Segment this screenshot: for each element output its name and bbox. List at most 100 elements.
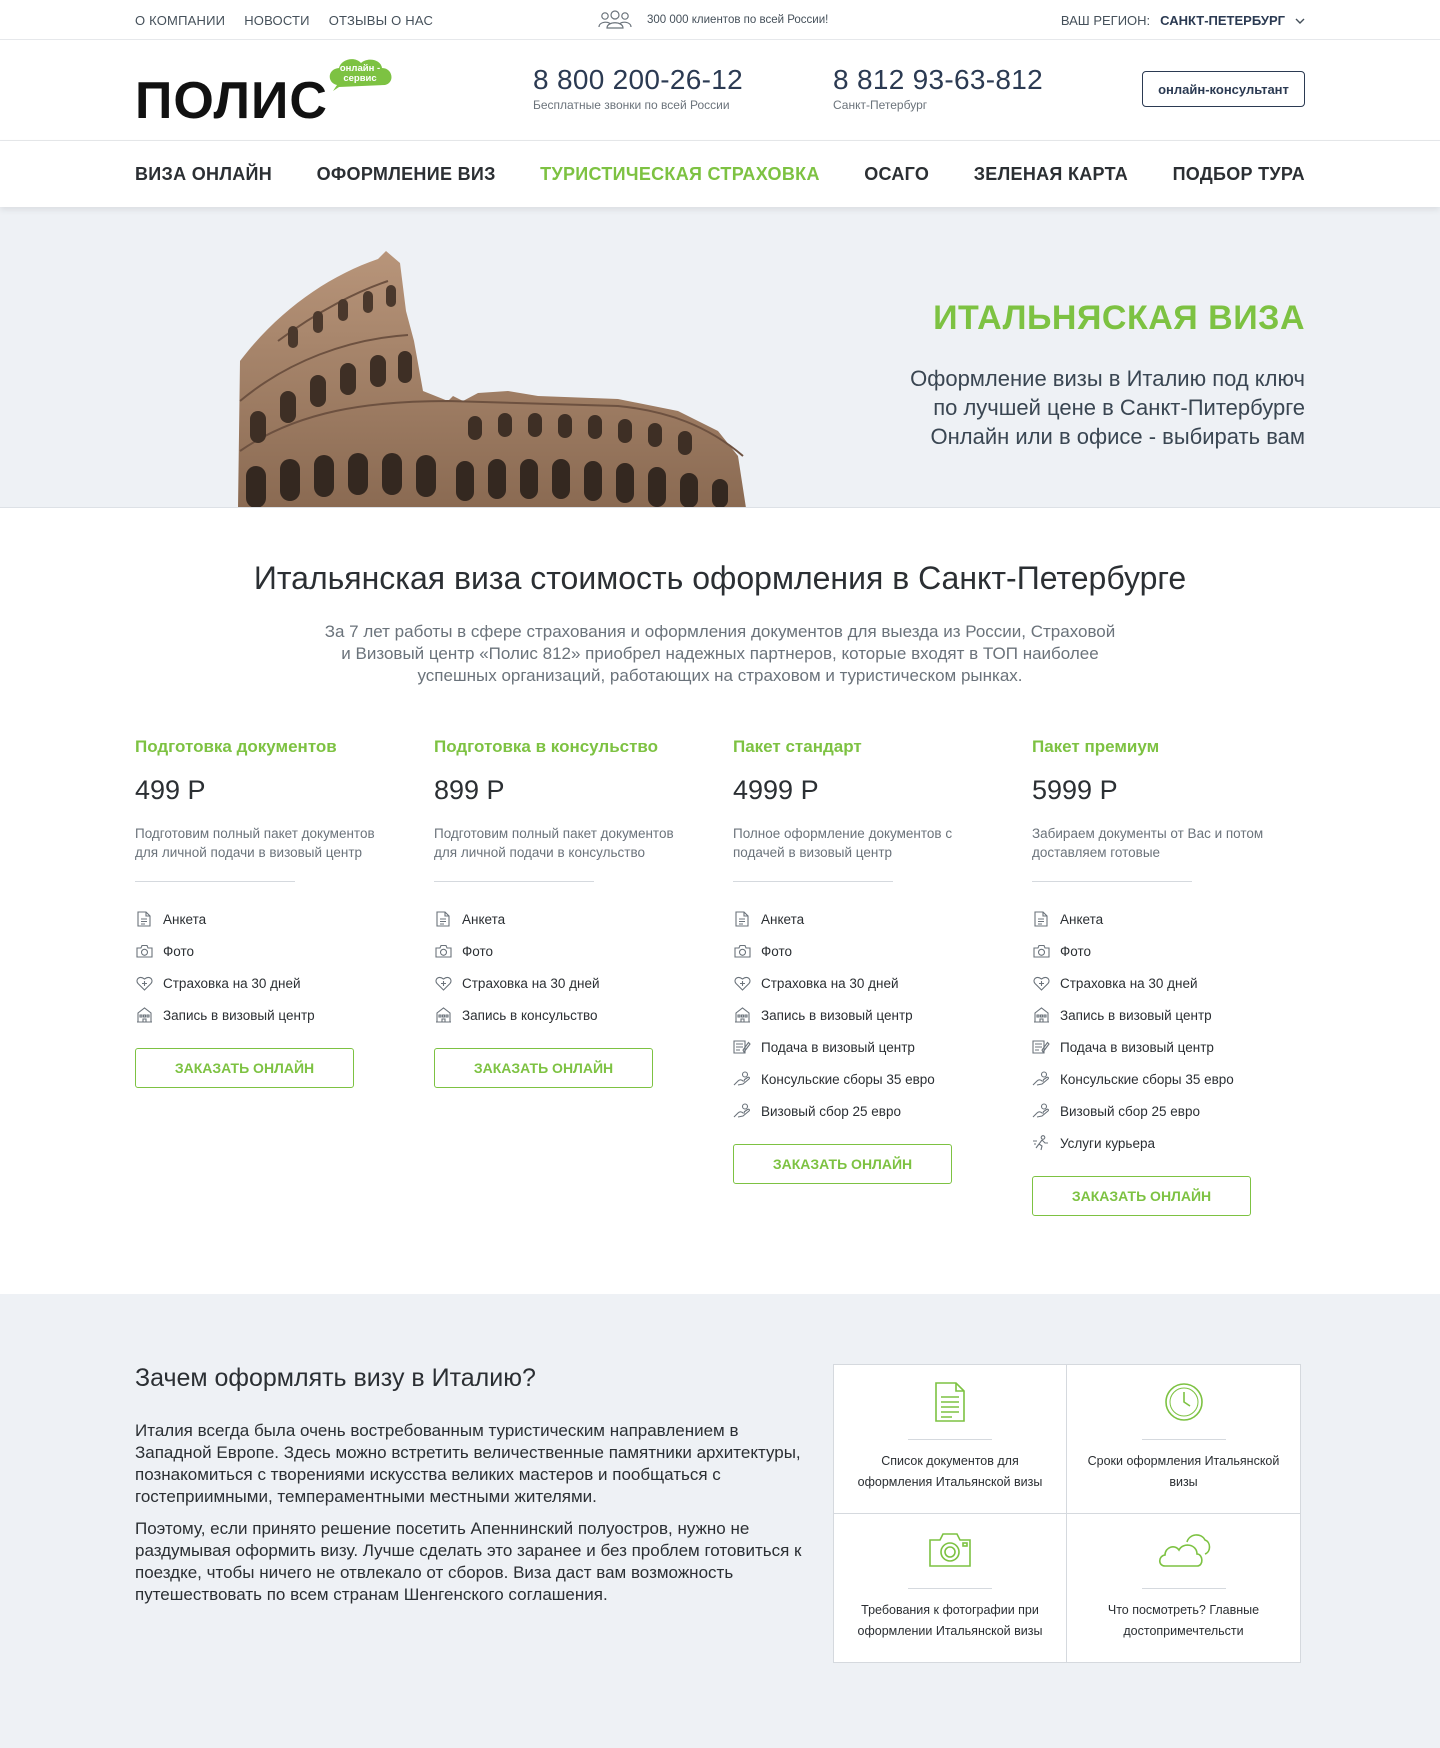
plan-price: 5999 Р <box>1032 775 1118 805</box>
feature-item: Анкета <box>135 903 434 935</box>
feature-label: Запись в визовый центр <box>761 1007 913 1023</box>
feature-item: Подача в визовый центр <box>1032 1031 1331 1063</box>
feature-label: Консульские сборы 35 евро <box>1060 1071 1234 1087</box>
nav-item-osago[interactable]: ОСАГО <box>864 164 929 185</box>
colosseum-image <box>238 251 746 507</box>
tile-divider <box>908 1587 992 1589</box>
plan-name: Подготовка документов <box>135 737 337 756</box>
hero-line: Оформление визы в Италию под ключ <box>910 366 1305 391</box>
chevron-down-icon[interactable] <box>1295 13 1305 28</box>
feature-item: Запись в визовый центр <box>1032 999 1331 1031</box>
courier-icon <box>1032 1134 1050 1152</box>
online-consultant-button[interactable]: онлайн-консультант <box>1142 71 1305 107</box>
order-online-button[interactable]: Заказать онлайн <box>733 1144 952 1184</box>
insurance-heart-icon <box>434 974 452 992</box>
building-icon <box>434 1006 452 1024</box>
feature-item: Визовый сбор 25 евро <box>733 1095 1032 1127</box>
plan-description: Подготовим полный пакет документов для л… <box>434 826 674 860</box>
hero-subtitle: Оформление визы в Италию под ключ по луч… <box>910 364 1305 451</box>
pricing-title: Итальянская виза стоимость оформления в … <box>253 560 1187 596</box>
payment-hand-icon <box>733 1070 751 1088</box>
camera-icon <box>135 942 153 960</box>
tile-sights[interactable]: Что посмотреть? Главные достопримечтельс… <box>1067 1514 1300 1663</box>
building-icon <box>733 1006 751 1024</box>
main-nav: Виза онлайн Оформление виз Туристическая… <box>0 141 1440 207</box>
plan-description: Полное оформление документов с подачей в… <box>733 826 953 860</box>
top-links: О компании Новости Отзывы о нас <box>135 13 433 28</box>
feature-label: Фото <box>163 943 195 959</box>
insurance-heart-icon <box>733 974 751 992</box>
region-label: Ваш регион: <box>1060 12 1151 28</box>
plans-list: Подготовка документов 499 Р Подготовим пол… <box>0 737 1440 1216</box>
plan-card: Пакет стандарт 4999 Р Полное оформление до… <box>733 737 1032 1216</box>
tile-label: Сроки оформления Итальянской визы <box>1087 1454 1280 1489</box>
nav-item-tour-selection[interactable]: Подбор тура <box>1173 164 1305 185</box>
plan-card: Пакет премиум 5999 Р Забираем документы от… <box>1032 737 1331 1216</box>
region-selector[interactable]: Ваш регион: Санкт-Петербург <box>1061 13 1305 28</box>
people-icon <box>597 9 633 32</box>
feature-label: Страховка на 30 дней <box>1060 975 1198 991</box>
nav-item-green-card[interactable]: Зеленая карта <box>974 164 1128 185</box>
plan-divider <box>434 881 594 882</box>
plan-divider <box>135 881 295 882</box>
why-paragraph: Поэтому, если принято решение посетить А… <box>135 1519 802 1604</box>
order-online-button[interactable]: Заказать онлайн <box>135 1048 354 1088</box>
feature-item: Запись в визовый центр <box>135 999 434 1031</box>
order-online-button[interactable]: Заказать онлайн <box>1032 1176 1251 1216</box>
nav-item-visa-online[interactable]: Виза онлайн <box>135 164 272 185</box>
feature-item: Запись в визовый центр <box>733 999 1032 1031</box>
phone-spb: 8 812 93-63-812 Санкт-Петербург <box>833 66 1043 113</box>
top-bar: О компании Новости Отзывы о нас 300 000 … <box>0 0 1440 40</box>
document-icon <box>733 910 751 928</box>
tile-documents[interactable]: Список документов для оформления Итальян… <box>834 1365 1067 1514</box>
region-value[interactable]: Санкт-Петербург <box>1160 13 1285 28</box>
hero-line: по лучшей цене в Санкт-Питербурге <box>933 395 1305 420</box>
tile-timing[interactable]: Сроки оформления Итальянской визы <box>1067 1365 1300 1514</box>
top-link-reviews[interactable]: Отзывы о нас <box>329 13 433 28</box>
phone-free: 8 800 200-26-12 Бесплатные звонки по все… <box>533 66 743 113</box>
phone-number[interactable]: 8 812 93-63-812 <box>833 66 1043 94</box>
clients-counter: 300 000 клиентов по всей России! <box>597 9 828 32</box>
feature-item: Услуги курьера <box>1032 1127 1331 1159</box>
hero-line: Онлайн или в офисе - выбирать вам <box>930 424 1305 449</box>
feature-item: Анкета <box>733 903 1032 935</box>
phone-caption: Санкт-Петербург <box>833 98 928 112</box>
logo-badge: онлайн - сервис <box>339 63 381 84</box>
why-body: Италия всегда была очень востребованным … <box>135 1420 805 1606</box>
feature-item: Запись в консульство <box>434 999 733 1031</box>
plan-card: Подготовка документов 499 Р Подготовим пол… <box>135 737 434 1216</box>
feature-label: Консульские сборы 35 евро <box>761 1071 935 1087</box>
why-section: Зачем оформлять визу в Италию? Италия вс… <box>0 1294 1440 1748</box>
feature-item: Консульские сборы 35 евро <box>1032 1063 1331 1095</box>
tile-divider <box>908 1439 992 1440</box>
header: ПОЛИС онлайн - сервис 8 800 200-26-12 Бе… <box>0 40 1440 141</box>
phone-number[interactable]: 8 800 200-26-12 <box>533 66 743 94</box>
feature-label: Подача в визовый центр <box>1060 1039 1214 1055</box>
feature-label: Услуги курьера <box>1060 1135 1155 1151</box>
hero-banner: ИТАЛЬНЯСКАЯ ВИЗА Оформление визы в Итали… <box>0 207 1440 508</box>
why-paragraph: Италия всегда была очень востребованным … <box>135 1421 801 1506</box>
feature-item: Консульские сборы 35 евро <box>733 1063 1032 1095</box>
top-link-news[interactable]: Новости <box>244 13 310 28</box>
document-list-icon <box>932 1381 968 1428</box>
feature-item: Страховка на 30 дней <box>434 967 733 999</box>
feature-label: Страховка на 30 дней <box>163 975 301 991</box>
top-link-about[interactable]: О компании <box>135 13 225 28</box>
logo[interactable]: ПОЛИС онлайн - сервис <box>135 55 397 130</box>
feature-label: Запись в визовый центр <box>163 1007 315 1023</box>
feature-item: Страховка на 30 дней <box>135 967 434 999</box>
nav-item-travel-insurance[interactable]: Туристическая страховка <box>540 164 820 185</box>
tile-photo[interactable]: Требования к фотографии при оформлении И… <box>834 1513 1067 1662</box>
plan-card: Подготовка в консульство 899 Р Подготовим … <box>434 737 733 1216</box>
plan-name: Пакет стандарт <box>733 737 862 756</box>
logo-text: ПОЛИС <box>135 72 328 130</box>
tile-label: Список документов для оформления Итальян… <box>857 1454 1043 1489</box>
tile-label: Что посмотреть? Главные достопримечтельс… <box>1107 1602 1260 1638</box>
order-online-button[interactable]: Заказать онлайн <box>434 1048 653 1088</box>
feature-item: Фото <box>135 935 434 967</box>
nav-item-visa-processing[interactable]: Оформление виз <box>317 164 496 185</box>
feature-label: Подача в визовый центр <box>761 1039 915 1055</box>
feature-item: Анкета <box>1032 903 1331 935</box>
submit-form-icon <box>1032 1038 1050 1056</box>
feature-label: Визовый сбор 25 евро <box>761 1103 901 1119</box>
